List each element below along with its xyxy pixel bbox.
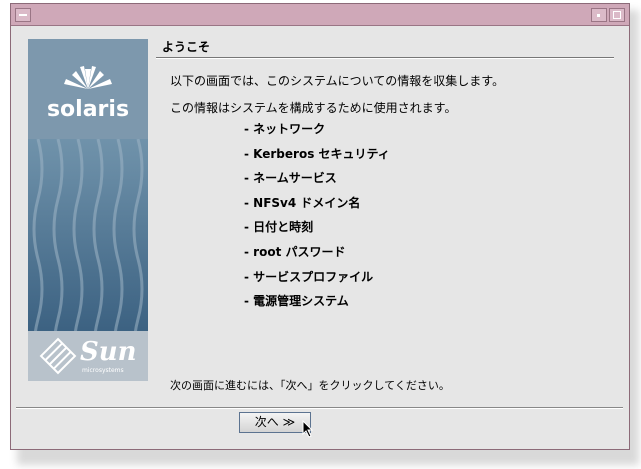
list-item: - ネットワーク (244, 122, 326, 136)
list-item: - 電源管理システム (244, 294, 349, 309)
list-item: - root パスワード (244, 244, 346, 259)
footer-instruction: 次の画面に進むには、「次へ」をクリックしてください。 (170, 379, 450, 392)
list-item: - 日付と時刻 (244, 220, 314, 235)
minimize-icon[interactable] (591, 8, 607, 22)
button-bar-divider (16, 407, 623, 408)
page-title: ようこそ (162, 40, 211, 54)
sun-diamond-icon (39, 337, 77, 375)
next-button[interactable]: 次へ ≫ (239, 412, 311, 433)
list-item: - NFSv4 ドメイン名 (244, 195, 361, 210)
mouse-pointer-icon (302, 420, 314, 438)
maximize-icon[interactable] (609, 8, 625, 22)
solaris-logo-area: solaris (28, 39, 148, 139)
sun-logo-text: Sun (80, 337, 137, 367)
window-menu-icon[interactable] (15, 8, 31, 22)
list-item: - サービスプロファイル (244, 269, 374, 284)
content-panel: solaris Sun microsystems ようこそ 以下の画面では、この… (16, 29, 623, 404)
intro-text-2: この情報はシステムを構成するために使用されます。 (170, 101, 457, 115)
sun-logo: Sun microsystems (28, 331, 148, 381)
intro-text-1: 以下の画面では、このシステムについての情報を収集します。 (170, 74, 505, 88)
sun-logo-subtext: microsystems (82, 367, 124, 374)
installer-window: solaris Sun microsystems ようこそ 以下の画面では、この… (10, 3, 630, 450)
title-bar[interactable] (11, 4, 629, 26)
list-item: - Kerberos セキュリティ (244, 146, 390, 161)
list-item: - ネームサービス (244, 171, 337, 186)
sun-rays-icon (64, 66, 112, 89)
config-item-list: - ネットワーク - Kerberos セキュリティ - ネームサービス - N… (244, 117, 390, 314)
title-divider (156, 57, 614, 58)
sidebar-banner: solaris Sun microsystems (28, 39, 148, 381)
solaris-logo-text: solaris (46, 97, 130, 122)
